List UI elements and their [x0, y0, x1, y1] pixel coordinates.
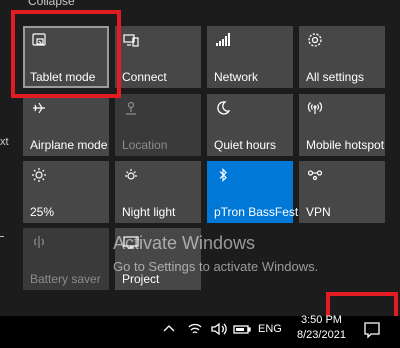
- battery-icon[interactable]: [233, 320, 251, 338]
- collapse-link[interactable]: Collapse: [28, 0, 75, 8]
- tile-label: pTron BassFest: [214, 205, 299, 219]
- activate-windows-subtitle: Go to Settings to activate Windows.: [113, 259, 319, 274]
- tile-all-settings[interactable]: All settings: [299, 26, 385, 88]
- connect-icon: [123, 32, 139, 48]
- tile-night-light[interactable]: Night light: [115, 161, 201, 223]
- tile-vpn[interactable]: VPN: [299, 161, 385, 223]
- brightness-icon: [31, 167, 47, 183]
- language-indicator[interactable]: ENG: [258, 323, 282, 335]
- tile-label: VPN: [306, 205, 331, 219]
- bluetooth-icon: [215, 167, 231, 183]
- tile-label: Battery saver: [30, 272, 101, 286]
- tile-label: All settings: [306, 70, 365, 84]
- tile-airplane-mode[interactable]: Airplane mode: [23, 94, 109, 156]
- hotspot-icon: [307, 100, 323, 116]
- tile-label: Mobile hotspot: [306, 138, 385, 152]
- tile-label: Network: [214, 70, 259, 84]
- tile-quiet-hours[interactable]: Quiet hours: [207, 94, 293, 156]
- tile-label: Location: [122, 138, 168, 152]
- clock-date: 8/23/2021: [297, 329, 346, 341]
- tile-mobile-hotspot[interactable]: Mobile hotspot: [299, 94, 385, 156]
- tile-network[interactable]: Network: [207, 26, 293, 88]
- location-icon: [123, 100, 139, 116]
- battery-saver-icon: [31, 234, 47, 250]
- volume-icon[interactable]: [210, 320, 228, 338]
- gear-icon: [307, 32, 323, 48]
- tile-connect[interactable]: Connect: [115, 26, 201, 88]
- tile-label: Night light: [122, 205, 176, 219]
- network-icon: [215, 32, 231, 48]
- tile-brightness[interactable]: 25%: [23, 161, 109, 223]
- tile-label: Quiet hours: [214, 138, 277, 152]
- vpn-icon: [307, 167, 323, 183]
- tile-label: Airplane mode: [30, 138, 108, 152]
- activate-windows-title: Activate Windows: [113, 233, 256, 253]
- wifi-icon[interactable]: [186, 320, 204, 338]
- highlight-tablet-mode: [11, 10, 121, 98]
- show-hidden-icons-chevron-icon[interactable]: [160, 320, 178, 338]
- notification-center-icon[interactable]: [362, 320, 382, 340]
- tile-label: 25%: [30, 205, 55, 219]
- tile-bluetooth[interactable]: pTron BassFest: [207, 161, 298, 223]
- background-window-text: xt: [0, 136, 9, 148]
- moon-icon: [215, 100, 231, 116]
- clock[interactable]: 3:50 PM 8/23/2021: [297, 313, 346, 343]
- tile-battery-saver[interactable]: Battery saver: [23, 228, 109, 290]
- airplane-icon: [31, 100, 47, 116]
- night-light-icon: [123, 167, 139, 183]
- tile-location[interactable]: Location: [115, 94, 201, 156]
- tile-label: Connect: [122, 70, 167, 84]
- background-window-mark: [0, 236, 4, 237]
- clock-time: 3:50 PM: [300, 314, 342, 326]
- tile-label: Project: [122, 272, 160, 286]
